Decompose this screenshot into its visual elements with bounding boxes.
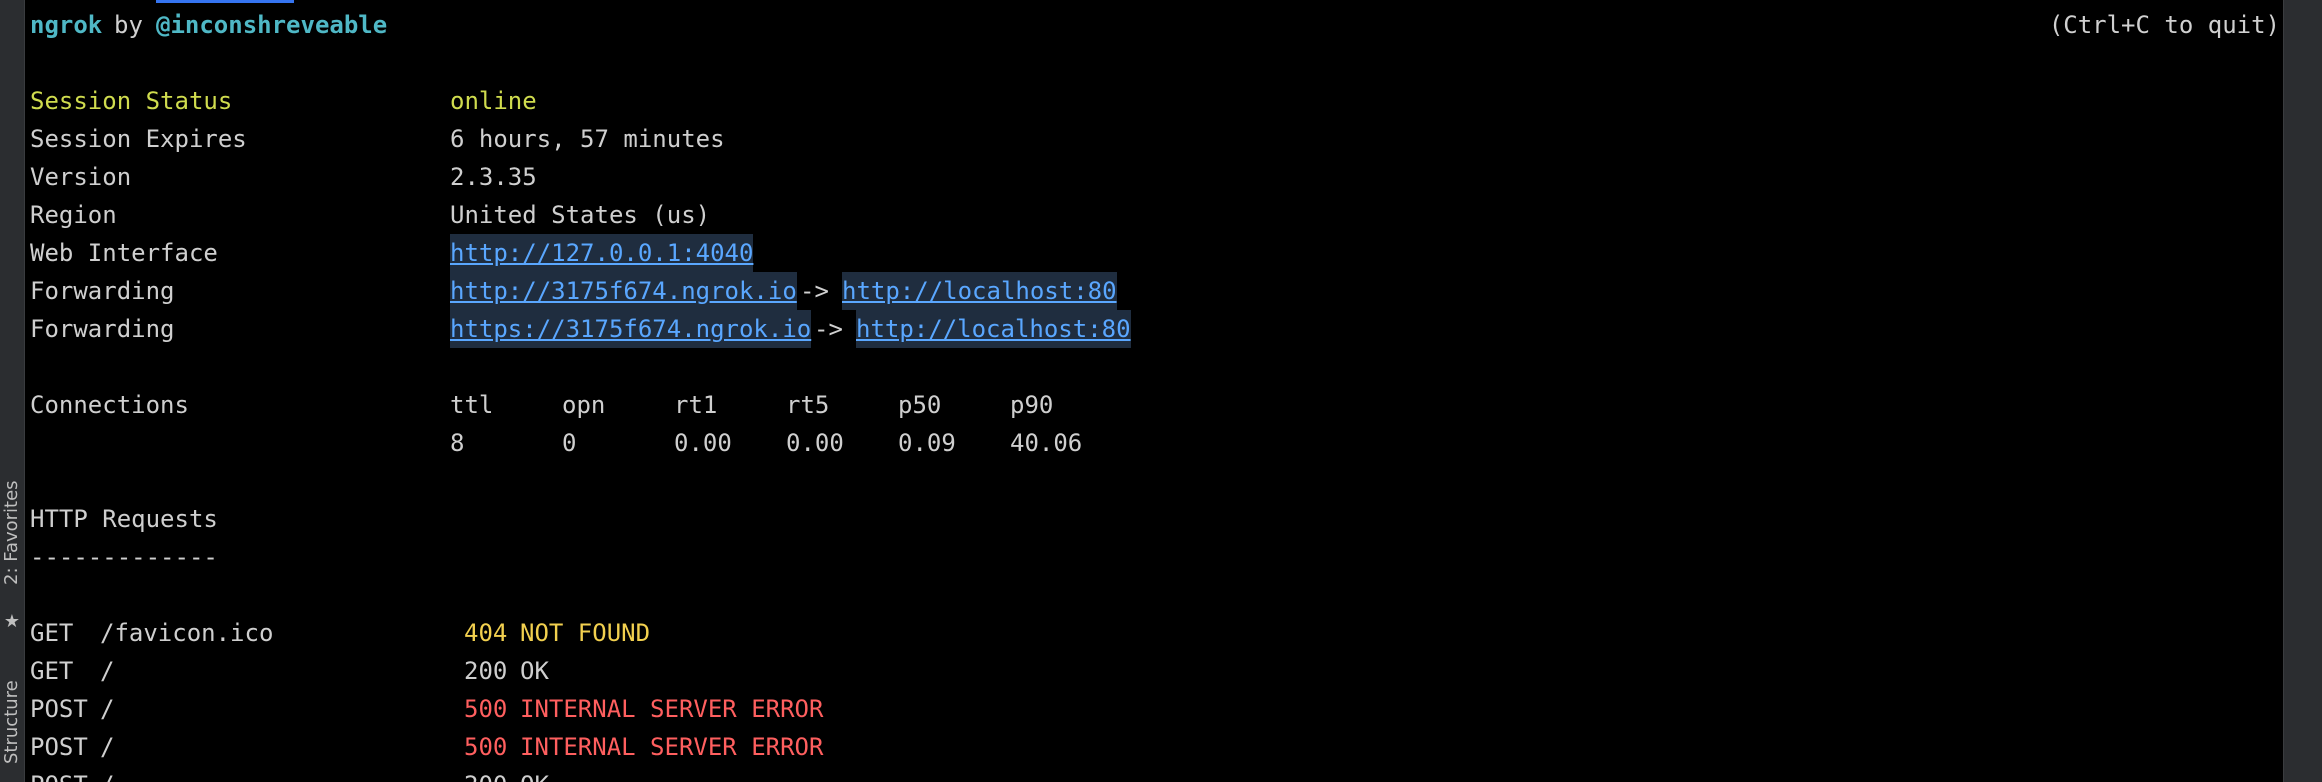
request-status-text: INTERNAL SERVER ERROR — [520, 733, 824, 761]
region-value: United States (us) — [450, 201, 711, 229]
request-row: POST / 200 OK — [30, 766, 1230, 782]
forwarding-label: Forwarding — [30, 277, 175, 305]
request-status-text: INTERNAL SERVER ERROR — [520, 695, 824, 723]
forwarding-local-url[interactable]: http://localhost:80 — [842, 272, 1117, 310]
forwarding-row: Forwarding http://3175f674.ngrok.io -> h… — [30, 272, 1230, 310]
scrollbar-gutter[interactable] — [2283, 0, 2322, 782]
connections-value-opn: 0 — [562, 429, 577, 457]
terminal-output[interactable]: ngrok by @inconshreveable (Ctrl+C to qui… — [30, 0, 2280, 782]
request-path: /favicon.ico — [100, 619, 274, 647]
header-line: ngrok by @inconshreveable (Ctrl+C to qui… — [30, 6, 2280, 44]
session-status-value: online — [450, 87, 537, 115]
request-method: POST — [30, 766, 88, 782]
request-status-code: 404 — [464, 619, 508, 647]
request-method: GET — [30, 619, 74, 647]
connections-header-rt5: rt5 — [786, 391, 830, 419]
version-label: Version — [30, 163, 132, 191]
request-method: POST — [30, 695, 88, 723]
session-status-row: Session Status online — [30, 82, 1230, 120]
request-status-code: 200 — [464, 657, 508, 685]
request-path: / — [100, 733, 115, 761]
connections-header-rt1: rt1 — [674, 391, 718, 419]
request-row: GET / 200 OK — [30, 652, 1230, 690]
web-interface-row: Web Interface http://127.0.0.1:4040 — [30, 234, 1230, 272]
favorites-tool-tab[interactable]: 2: Favorites — [0, 480, 24, 620]
connections-header-p50: p50 — [898, 391, 942, 419]
session-expires-row: Session Expires 6 hours, 57 minutes — [30, 120, 1230, 158]
session-status-label: Session Status — [30, 87, 233, 115]
request-status-text: OK — [520, 657, 549, 685]
http-requests-title: HTTP Requests — [30, 505, 218, 533]
version-value: 2.3.35 — [450, 163, 537, 191]
version-row: Version 2.3.35 — [30, 158, 1230, 196]
forwarding-arrow: -> — [814, 315, 843, 343]
connections-value-p50: 0.09 — [898, 429, 956, 457]
author-handle: @inconshreveable — [156, 11, 388, 39]
forwarding-public-url[interactable]: https://3175f674.ngrok.io — [450, 310, 812, 348]
forwarding-label: Forwarding — [30, 315, 175, 343]
request-status-text: OK — [520, 766, 549, 782]
connections-value-rt5: 0.00 — [786, 429, 844, 457]
tool-window-strip: 2: Favorites ★ Structure — [0, 0, 25, 782]
by-text: by — [114, 11, 143, 39]
connections-header-row: Connections ttl opn rt1 rt5 p50 p90 — [30, 386, 1230, 424]
request-row: GET /favicon.ico 404 NOT FOUND — [30, 614, 1230, 652]
forwarding-arrow: -> — [800, 277, 829, 305]
connections-label: Connections — [30, 391, 189, 419]
app-name: ngrok — [30, 11, 103, 39]
request-row: POST / 500 INTERNAL SERVER ERROR — [30, 728, 1230, 766]
session-expires-label: Session Expires — [30, 125, 247, 153]
connections-header-ttl: ttl — [450, 391, 494, 419]
quit-hint: (Ctrl+C to quit) — [2048, 11, 2280, 39]
structure-tool-tab[interactable]: Structure — [0, 680, 24, 782]
request-path: / — [100, 695, 115, 723]
request-status-text: NOT FOUND — [520, 619, 651, 647]
request-status-code: 200 — [464, 766, 507, 782]
connections-value-p90: 40.06 — [1010, 429, 1083, 457]
connections-header-opn: opn — [562, 391, 606, 419]
session-expires-value: 6 hours, 57 minutes — [450, 125, 725, 153]
request-method: GET — [30, 657, 74, 685]
region-row: Region United States (us) — [30, 196, 1230, 234]
forwarding-row: Forwarding https://3175f674.ngrok.io -> … — [30, 310, 1230, 348]
forwarding-public-url[interactable]: http://3175f674.ngrok.io — [450, 272, 797, 310]
connections-values-row: 8 0 0.00 0.00 0.09 40.06 — [30, 424, 1230, 462]
region-label: Region — [30, 201, 117, 229]
connections-header-p90: p90 — [1010, 391, 1054, 419]
star-icon[interactable]: ★ — [2, 612, 22, 632]
request-path: / — [100, 766, 114, 782]
request-method: POST — [30, 733, 88, 761]
connections-value-rt1: 0.00 — [674, 429, 732, 457]
web-interface-link[interactable]: http://127.0.0.1:4040 — [450, 234, 754, 272]
request-path: / — [100, 657, 115, 685]
request-row: POST / 500 INTERNAL SERVER ERROR — [30, 690, 1230, 728]
forwarding-local-url[interactable]: http://localhost:80 — [856, 310, 1131, 348]
request-status-code: 500 — [464, 733, 508, 761]
web-interface-label: Web Interface — [30, 239, 218, 267]
http-requests-underline: ------------- — [30, 543, 218, 571]
connections-value-ttl: 8 — [450, 429, 465, 457]
request-status-code: 500 — [464, 695, 508, 723]
